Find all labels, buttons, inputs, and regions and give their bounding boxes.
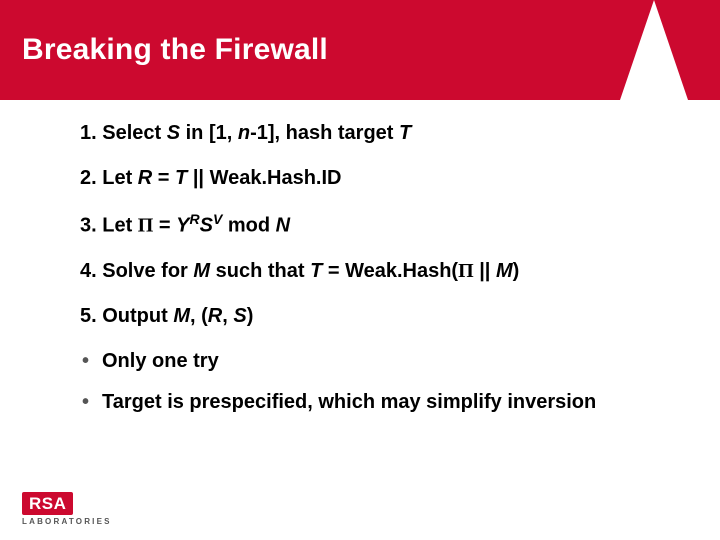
step-3-sup-V: V [213, 211, 222, 227]
bullet-list: Only one try Target is prespecified, whi… [80, 348, 660, 416]
step-5-text: , ( [190, 305, 208, 327]
step-5-R: R [208, 305, 222, 327]
slide: Breaking the Firewall 1. Select S in [1,… [0, 0, 720, 540]
bullet-1: Only one try [80, 348, 660, 375]
step-4-T: T [310, 260, 322, 282]
step-1-text: 1. Select [80, 122, 167, 144]
step-3-Pi: Π [138, 215, 154, 237]
step-2-R: R [138, 167, 152, 189]
step-4-M: M [193, 260, 210, 282]
step-4: 4. Solve for M such that T = Weak.Hash(Π… [80, 258, 660, 285]
step-3-S: S [200, 215, 213, 237]
step-2-text: = [152, 167, 175, 189]
step-5: 5. Output M, (R, S) [80, 303, 660, 330]
step-5-text: , [222, 305, 233, 327]
step-4-text: = Weak.Hash( [322, 260, 458, 282]
step-5-text: 5. Output [80, 305, 173, 327]
step-3: 3. Let Π = YRSV mod N [80, 210, 660, 240]
step-1-T: T [399, 122, 411, 144]
bullet-1-post: try [188, 350, 219, 372]
content-area: 1. Select S in [1, n-1], hash target T 2… [80, 120, 660, 430]
step-1-text: in [1, [180, 122, 238, 144]
step-3-sup-R: R [190, 211, 200, 227]
title-wedge-decoration [620, 0, 688, 100]
step-1-n: n [238, 122, 250, 144]
step-3-N: N [276, 215, 290, 237]
step-2-T: T [175, 167, 187, 189]
step-4-text: || [474, 260, 496, 282]
step-5-S: S [233, 305, 246, 327]
step-5-text: ) [247, 305, 254, 327]
step-3-text: = [153, 215, 176, 237]
step-2-text: 2. Let [80, 167, 138, 189]
step-2-text: || Weak.Hash.ID [187, 167, 341, 189]
bullet-1-one: one [152, 350, 188, 372]
rsa-logo-sub: LABORATORIES [22, 517, 112, 526]
bullet-1-pre: Only [102, 350, 152, 372]
step-2: 2. Let R = T || Weak.Hash.ID [80, 165, 660, 192]
step-4-text: ) [513, 260, 520, 282]
step-4-text: such that [210, 260, 310, 282]
step-4-M2: M [496, 260, 513, 282]
step-1-text: -1], hash target [250, 122, 399, 144]
step-1-S: S [167, 122, 180, 144]
rsa-logo: RSA LABORATORIES [22, 492, 112, 526]
step-4-Pi: Π [458, 260, 474, 282]
bullet-2: Target is prespecified, which may simpli… [80, 389, 660, 416]
slide-title: Breaking the Firewall [22, 33, 328, 67]
bullet-2-text: Target is prespecified, which may simpli… [102, 391, 596, 413]
step-4-text: 4. Solve for [80, 260, 193, 282]
step-3-Y: Y [176, 215, 189, 237]
step-5-M: M [173, 305, 190, 327]
step-1: 1. Select S in [1, n-1], hash target T [80, 120, 660, 147]
title-bar: Breaking the Firewall [0, 0, 720, 100]
rsa-logo-box: RSA [22, 492, 73, 515]
step-3-mod: mod [222, 215, 275, 237]
step-3-text: 3. Let [80, 215, 138, 237]
